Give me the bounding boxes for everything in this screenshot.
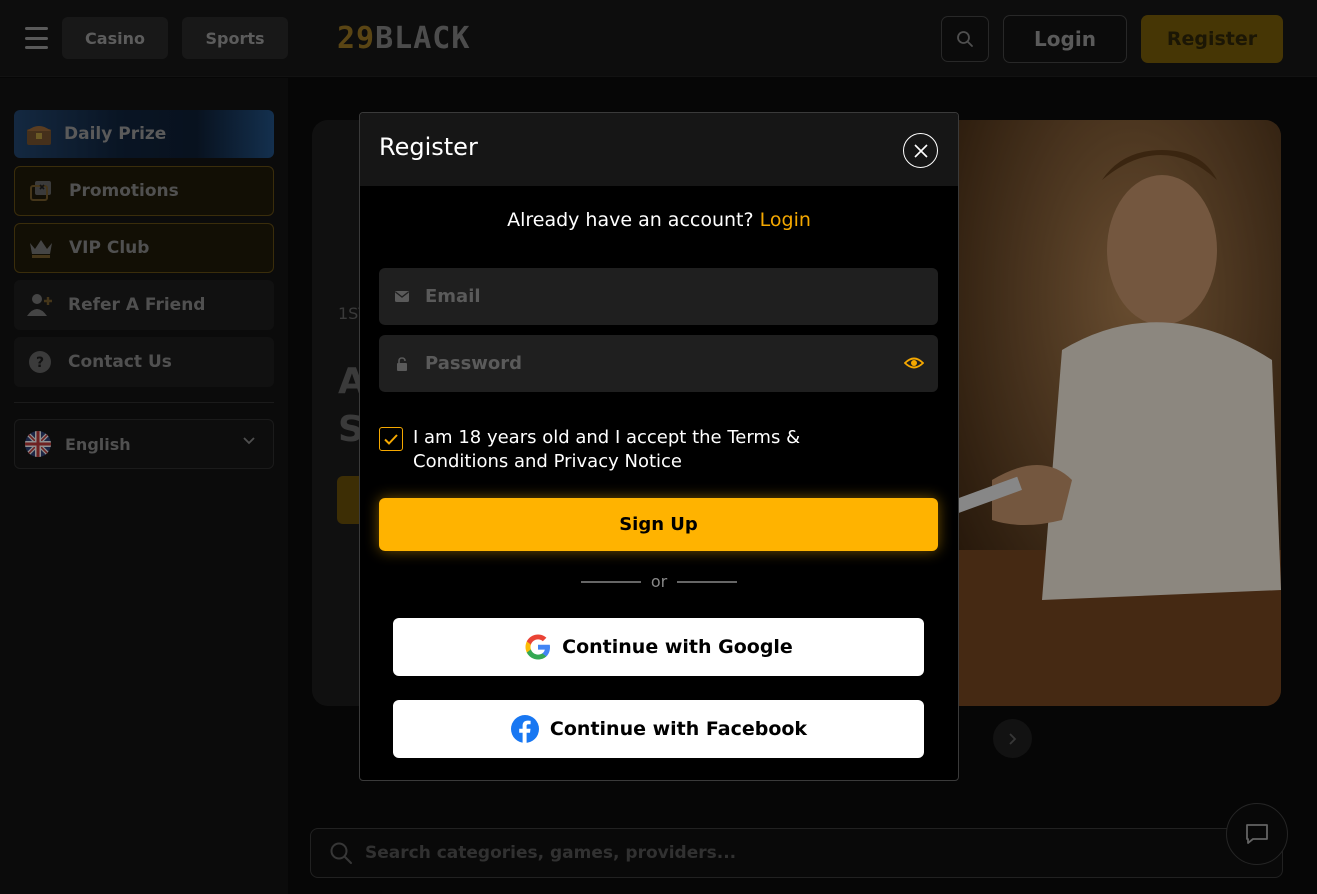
- have-account-row: Already have an account? Login: [360, 209, 958, 231]
- facebook-button-label: Continue with Facebook: [549, 718, 808, 740]
- password-field-wrapper: [379, 335, 938, 392]
- or-label: or: [650, 572, 668, 591]
- lock-icon: [395, 356, 409, 371]
- continue-with-google-button[interactable]: Continue with Google: [393, 618, 924, 676]
- terms-checkbox[interactable]: [379, 427, 403, 451]
- login-link[interactable]: Login: [760, 209, 811, 231]
- google-button-label: Continue with Google: [562, 636, 793, 658]
- close-icon: [913, 143, 928, 158]
- mail-icon: [395, 290, 409, 304]
- email-field-wrapper: [379, 268, 938, 325]
- google-icon: [525, 634, 551, 660]
- checkmark-icon: [384, 433, 398, 445]
- have-account-text: Already have an account?: [507, 209, 754, 231]
- divider-line: [580, 580, 641, 583]
- terms-consent-text[interactable]: I am 18 years old and I accept the Terms…: [413, 426, 859, 474]
- register-modal: Register Already have an account? Login …: [359, 112, 959, 781]
- email-field[interactable]: [425, 286, 865, 307]
- divider-line: [677, 580, 738, 583]
- terms-consent: I am 18 years old and I accept the Terms…: [379, 426, 859, 474]
- password-field[interactable]: [425, 353, 865, 374]
- facebook-icon: [510, 715, 539, 743]
- or-divider: or: [360, 572, 958, 591]
- show-password-icon[interactable]: [904, 354, 924, 372]
- sign-up-button[interactable]: Sign Up: [379, 498, 938, 551]
- close-button[interactable]: [903, 133, 938, 168]
- continue-with-facebook-button[interactable]: Continue with Facebook: [393, 700, 924, 758]
- modal-title: Register: [379, 133, 478, 161]
- modal-header: Register: [360, 113, 958, 186]
